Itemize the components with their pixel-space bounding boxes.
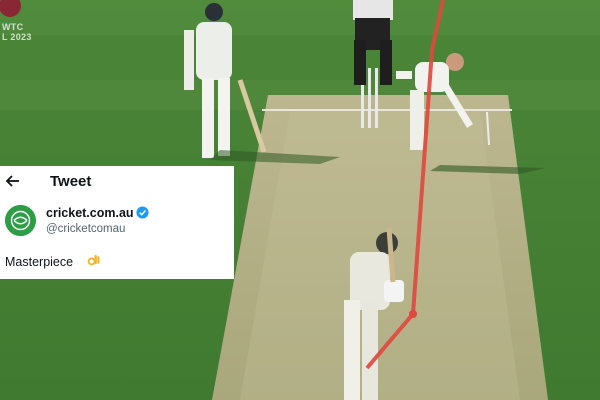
verified-badge-icon [136,206,149,219]
tweet-text: Masterpiece [5,255,74,269]
ball-pitch-marker [409,310,417,318]
tweet-card: Tweet cricket.com.au @cricketcomau Maste… [0,166,234,279]
mowing-stripe [0,0,600,35]
wtc-broadcast-logo: WTC L 2023 [2,22,32,42]
account-avatar[interactable] [5,205,36,236]
account-name[interactable]: cricket.com.au [46,206,134,220]
wtc-logo-line2: L 2023 [2,32,32,42]
tweet-header: Tweet [0,166,234,198]
wtc-logo-line1: WTC [2,22,24,32]
arrow-left-icon[interactable] [5,173,21,189]
tweet-header-title: Tweet [50,173,92,190]
ok-hand-icon [87,254,100,266]
account-handle[interactable]: @cricketcomau [46,223,125,235]
